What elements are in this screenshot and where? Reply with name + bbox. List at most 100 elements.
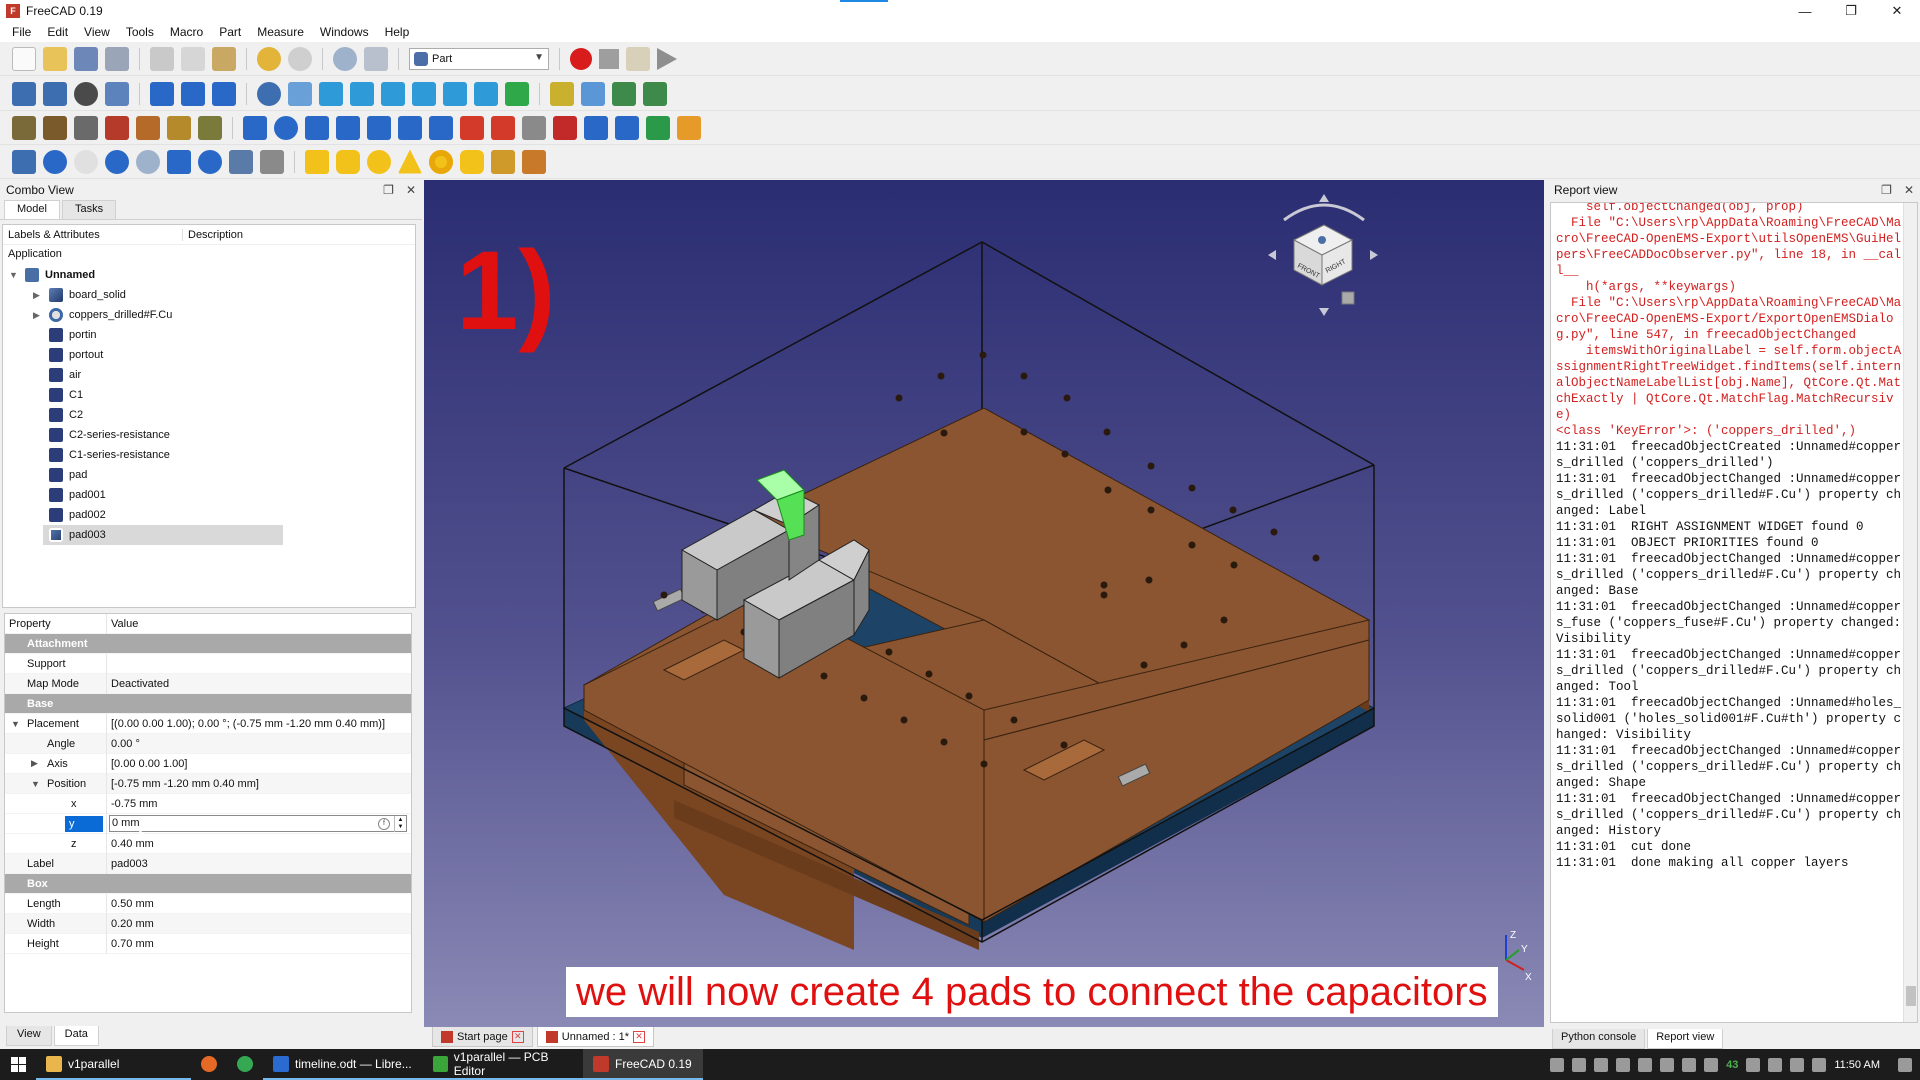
rear-view-icon[interactable] xyxy=(412,81,436,106)
property-value[interactable]: pad003 xyxy=(107,854,411,874)
forward-arrow-icon[interactable] xyxy=(181,81,205,106)
tree-item[interactable]: pad002 xyxy=(3,505,415,525)
taskbar-item-chrome[interactable] xyxy=(227,1049,263,1080)
tree-item-document[interactable]: ▼ Unnamed xyxy=(3,265,415,285)
restore-button[interactable]: ❐ xyxy=(1828,0,1874,22)
cut-boolean-icon[interactable] xyxy=(74,149,98,174)
tray-app-icon[interactable] xyxy=(1616,1057,1631,1072)
menu-part[interactable]: Part xyxy=(211,25,249,39)
back-arrow-icon[interactable] xyxy=(150,81,174,106)
sync-view-icon[interactable] xyxy=(212,81,236,106)
property-row[interactable]: Map Mode Deactivated xyxy=(5,673,411,694)
close-panel-icon[interactable]: ✕ xyxy=(406,183,416,197)
speaker-icon[interactable] xyxy=(1812,1057,1827,1072)
value-column-header[interactable]: Value xyxy=(107,614,411,634)
tab-data[interactable]: Data xyxy=(53,1026,99,1046)
fuse-icon[interactable] xyxy=(105,149,129,174)
tray-app-icon[interactable] xyxy=(1682,1057,1697,1072)
menu-help[interactable]: Help xyxy=(377,25,418,39)
toggle-3d-measure-icon[interactable] xyxy=(136,115,160,140)
copy-icon[interactable] xyxy=(181,46,205,71)
nav-arrow-right-icon[interactable] xyxy=(1370,250,1378,260)
paste-icon[interactable] xyxy=(212,46,236,71)
check-geometry-icon[interactable] xyxy=(229,149,253,174)
fit-all-icon[interactable] xyxy=(12,81,36,106)
property-row-axis[interactable]: ▶ Axis [0.00 0.00 1.00] xyxy=(5,753,411,774)
ruled-surface-icon[interactable] xyxy=(429,115,453,140)
cylinder-icon[interactable] xyxy=(336,149,360,174)
workbench-selector[interactable]: Part ▼ xyxy=(409,47,549,70)
property-row[interactable]: Support xyxy=(5,653,411,674)
refresh-icon[interactable] xyxy=(333,46,357,71)
section-icon[interactable] xyxy=(522,115,546,140)
close-button[interactable]: ✕ xyxy=(1874,0,1920,22)
split-icon[interactable] xyxy=(198,149,222,174)
property-value[interactable]: 0.50 mm xyxy=(107,894,411,914)
nav-arrow-down-icon[interactable] xyxy=(1319,308,1329,316)
property-value[interactable]: [0.00 0.00 1.00] xyxy=(107,754,411,774)
boolean-icon[interactable] xyxy=(43,149,67,174)
minimize-button[interactable]: — xyxy=(1782,0,1828,22)
defeaturing-icon[interactable] xyxy=(260,149,284,174)
make-link-icon[interactable] xyxy=(612,81,636,106)
tab-start-page[interactable]: Start page ✕ xyxy=(432,1027,533,1047)
tray-app-icon[interactable] xyxy=(1660,1057,1675,1072)
tree-item[interactable]: portout xyxy=(3,345,415,365)
group-base[interactable]: Base xyxy=(5,694,411,714)
menu-measure[interactable]: Measure xyxy=(249,25,312,39)
draw-style-icon[interactable] xyxy=(74,81,98,106)
property-row-label[interactable]: Label pad003 xyxy=(5,853,411,874)
close-tab-icon[interactable]: ✕ xyxy=(511,1030,524,1043)
print-icon[interactable] xyxy=(105,46,129,71)
menu-edit[interactable]: Edit xyxy=(39,25,76,39)
tray-app-icon[interactable] xyxy=(1704,1057,1719,1072)
toggle-all-measure-icon[interactable] xyxy=(198,115,222,140)
tree-item[interactable]: pad xyxy=(3,465,415,485)
chevron-down-icon[interactable]: ▼ xyxy=(9,270,21,280)
measure-linear-icon[interactable] xyxy=(12,115,36,140)
tree-header-labels[interactable]: Labels & Attributes xyxy=(3,228,183,241)
extrude-icon[interactable] xyxy=(243,115,267,140)
cross-sections-icon[interactable] xyxy=(553,115,577,140)
notifications-icon[interactable] xyxy=(1898,1057,1912,1072)
tree-item[interactable]: C2 xyxy=(3,405,415,425)
tree-item[interactable]: pad001 xyxy=(3,485,415,505)
cube-icon[interactable] xyxy=(305,149,329,174)
toggle-delta-measure-icon[interactable] xyxy=(167,115,191,140)
report-log[interactable]: self.objectChanged(obj, prop) File "C:\U… xyxy=(1550,202,1918,1023)
property-value[interactable]: 0.40 mm xyxy=(107,834,411,854)
chevron-down-icon[interactable]: ▼ xyxy=(11,719,20,729)
new-document-icon[interactable] xyxy=(12,46,36,71)
tab-report-view[interactable]: Report view xyxy=(1647,1029,1724,1049)
spin-stepper[interactable]: ▲ ▼ xyxy=(394,815,406,832)
fillet-icon[interactable] xyxy=(336,115,360,140)
clear-measurement-icon[interactable] xyxy=(105,115,129,140)
offset-icon[interactable] xyxy=(584,115,608,140)
property-row-width[interactable]: Width 0.20 mm xyxy=(5,913,411,934)
property-row-placement[interactable]: ▼ Placement [(0.00 0.00 1.00); 0.00 °; (-0… xyxy=(5,713,411,734)
save-icon[interactable] xyxy=(74,46,98,71)
property-row-length[interactable]: Length 0.50 mm xyxy=(5,893,411,914)
microphone-icon[interactable] xyxy=(1572,1057,1587,1072)
execute-macro-icon[interactable] xyxy=(657,47,677,70)
shape-builder-icon[interactable] xyxy=(522,149,546,174)
undock-icon[interactable]: ❐ xyxy=(383,183,394,197)
record-macro-icon[interactable] xyxy=(570,47,592,70)
language-icon[interactable] xyxy=(1768,1057,1783,1072)
sphere-icon[interactable] xyxy=(367,149,391,174)
torus-icon[interactable] xyxy=(429,149,453,174)
report-scrollbar[interactable] xyxy=(1903,203,1917,1022)
measure-angular-icon[interactable] xyxy=(43,115,67,140)
whats-this-icon[interactable] xyxy=(364,46,388,71)
property-value[interactable]: [-0.75 mm -1.20 mm 0.40 mm] xyxy=(107,774,411,794)
y-value-input[interactable]: 0 mm f ▲ ▼ xyxy=(109,814,407,832)
property-row-z[interactable]: z 0.40 mm xyxy=(5,833,411,854)
menu-file[interactable]: File xyxy=(4,25,39,39)
menu-macro[interactable]: Macro xyxy=(162,25,211,39)
tube-icon[interactable] xyxy=(460,149,484,174)
tab-model[interactable]: Model xyxy=(4,200,60,219)
open-folder-icon[interactable] xyxy=(43,46,67,71)
chevron-down-icon[interactable]: ▼ xyxy=(31,779,40,789)
measure-distance-icon[interactable] xyxy=(505,81,529,106)
taskbar-item-firefox[interactable] xyxy=(191,1049,227,1080)
